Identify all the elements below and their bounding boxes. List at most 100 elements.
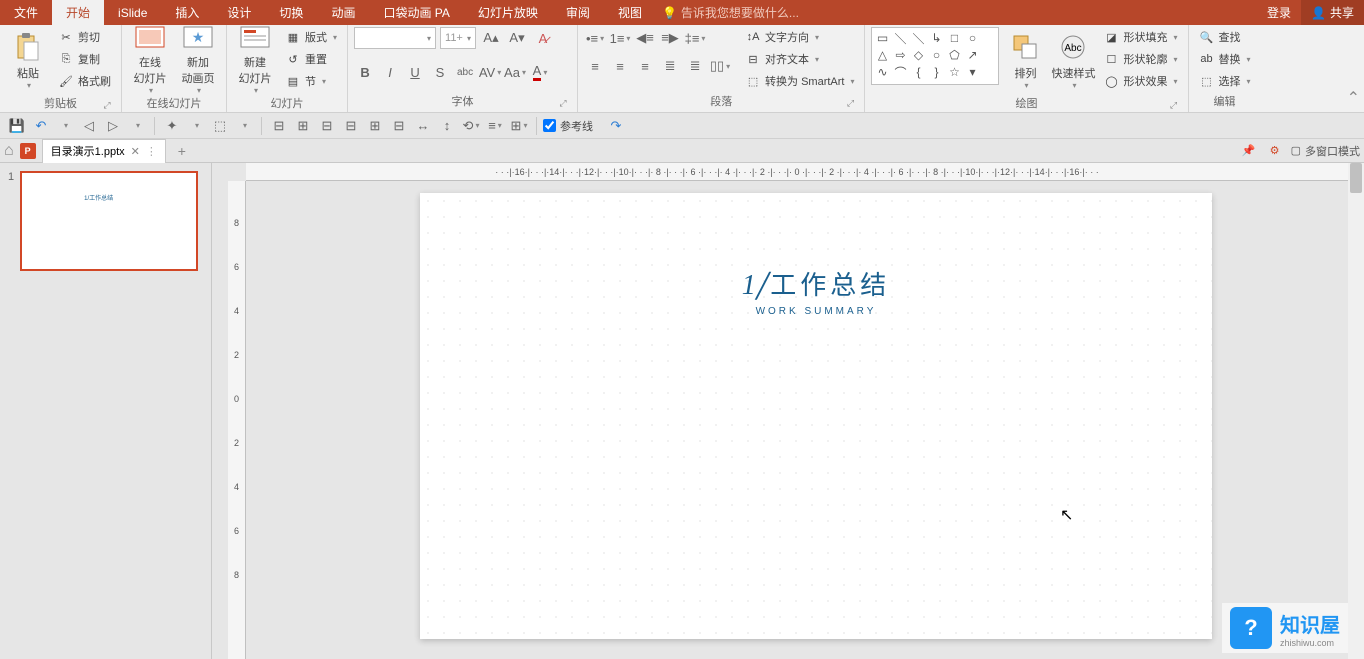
- q-dist-h-button[interactable]: ↔: [412, 115, 434, 137]
- select-button[interactable]: ⬚选择▾: [1195, 71, 1255, 91]
- decrease-font-button[interactable]: A▾: [506, 27, 528, 49]
- bold-button[interactable]: B: [354, 61, 376, 83]
- change-case-button[interactable]: Aa▾: [504, 61, 526, 83]
- tab-home[interactable]: 开始: [52, 0, 104, 25]
- text-direction-button[interactable]: ↕A文字方向▾: [741, 27, 858, 47]
- tab-review[interactable]: 审阅: [552, 0, 604, 25]
- tab-view[interactable]: 视图: [604, 0, 656, 25]
- q-redo-button[interactable]: ↷: [605, 115, 627, 137]
- share-button[interactable]: 👤 共享: [1301, 0, 1364, 25]
- indent-dec-button[interactable]: ◀≡: [634, 27, 656, 49]
- login-button[interactable]: 登录: [1257, 0, 1301, 25]
- tab-slideshow[interactable]: 幻灯片放映: [464, 0, 552, 25]
- shape-outline-button[interactable]: ☐形状轮廓▾: [1099, 49, 1181, 69]
- drawing-launcher[interactable]: ⤢: [1168, 100, 1180, 112]
- redo-dropdown[interactable]: ▾: [54, 115, 76, 137]
- tab-animation[interactable]: 动画: [317, 0, 369, 25]
- columns-button[interactable]: ▯▯▾: [709, 55, 731, 77]
- collapse-ribbon-button[interactable]: ⌃: [1347, 88, 1360, 108]
- q-grid-button[interactable]: ⊞▾: [508, 115, 530, 137]
- distribute-button[interactable]: ≣: [684, 55, 706, 77]
- guides-checkbox[interactable]: 参考线: [543, 118, 593, 134]
- underline-button[interactable]: U: [404, 61, 426, 83]
- bullets-button[interactable]: •≡▾: [584, 27, 606, 49]
- section-button[interactable]: ▤节▾: [281, 71, 341, 91]
- align-text-button[interactable]: ⊟对齐文本▾: [741, 49, 858, 69]
- replace-button[interactable]: ab替换▾: [1195, 49, 1255, 69]
- align-left-button[interactable]: ≡: [584, 55, 606, 77]
- q-align1-button[interactable]: ⊟: [268, 115, 290, 137]
- q-align6-button[interactable]: ⊟: [388, 115, 410, 137]
- indent-inc-button[interactable]: ≡▶: [659, 27, 681, 49]
- copy-button[interactable]: ⎘复制: [54, 49, 115, 69]
- tab-file[interactable]: 文件: [0, 0, 52, 25]
- italic-button[interactable]: I: [379, 61, 401, 83]
- q-align5-button[interactable]: ⊞: [364, 115, 386, 137]
- q-dist-v-button[interactable]: ↕: [436, 115, 458, 137]
- find-button[interactable]: 🔍查找: [1195, 27, 1255, 47]
- justify-button[interactable]: ≣: [659, 55, 681, 77]
- q-rotate-button[interactable]: ⟲▾: [460, 115, 482, 137]
- tab-islide[interactable]: iSlide: [104, 0, 161, 25]
- line-spacing-button[interactable]: ‡≡▾: [684, 27, 706, 49]
- tab-insert[interactable]: 插入: [161, 0, 213, 25]
- paragraph-launcher[interactable]: ⤢: [844, 98, 856, 110]
- add-tab-button[interactable]: +: [172, 141, 192, 161]
- q-align4-button[interactable]: ⊟: [340, 115, 362, 137]
- strike-button[interactable]: S: [429, 61, 451, 83]
- settings-button[interactable]: ⚙: [1265, 141, 1285, 161]
- q-list-button[interactable]: ≡▾: [484, 115, 506, 137]
- align-right-button[interactable]: ≡: [634, 55, 656, 77]
- document-tab[interactable]: 目录演示1.pptx ✕ ⋮: [42, 139, 166, 163]
- online-slide-button[interactable]: 在线 幻灯片▾: [128, 27, 172, 93]
- save-button[interactable]: 💾: [6, 115, 28, 137]
- cut-button[interactable]: ✂剪切: [54, 27, 115, 47]
- char-spacing-button[interactable]: AV▾: [479, 61, 501, 83]
- layout-button[interactable]: ▦版式▾: [281, 27, 341, 47]
- tab-pocketanim[interactable]: 口袋动画 PA: [369, 0, 463, 25]
- pin-button[interactable]: 📌: [1239, 141, 1259, 161]
- shapes-gallery[interactable]: ▭＼＼↳□○ △⇨◇○⬠↗ ∿⌒{}☆▾: [871, 27, 999, 85]
- tab-transition[interactable]: 切换: [265, 0, 317, 25]
- format-painter-button[interactable]: 🖌格式刷: [54, 71, 115, 91]
- smartart-button[interactable]: ⬚转换为 SmartArt▾: [741, 71, 858, 91]
- undo-button[interactable]: ↶: [30, 115, 52, 137]
- new-slide-button[interactable]: 新建 幻灯片▾: [233, 27, 277, 93]
- font-name-input[interactable]: ▾: [354, 27, 436, 49]
- font-launcher[interactable]: ⤢: [557, 98, 569, 110]
- reset-button[interactable]: ↺重置: [281, 49, 341, 69]
- q-anim-dd[interactable]: ▾: [185, 115, 207, 137]
- new-anim-button[interactable]: ★ 新加 动画页▾: [176, 27, 220, 93]
- q-group-button[interactable]: ⬚: [209, 115, 231, 137]
- q-align2-button[interactable]: ⊞: [292, 115, 314, 137]
- quick-style-button[interactable]: Abc 快速样式▾: [1051, 27, 1095, 93]
- home-icon[interactable]: ⌂: [4, 142, 14, 160]
- slide-area[interactable]: 1╱工作总结 WORK SUMMARY ↖: [246, 181, 1348, 659]
- paste-button[interactable]: 粘贴▾: [6, 27, 50, 93]
- scrollbar-thumb[interactable]: [1350, 163, 1362, 193]
- scrollbar-vertical[interactable]: [1348, 163, 1364, 659]
- multiwindow-button[interactable]: ▢多窗口模式: [1291, 141, 1360, 161]
- q-anim-button[interactable]: ✦: [161, 115, 183, 137]
- q-group-dd[interactable]: ▾: [233, 115, 255, 137]
- numbering-button[interactable]: 1≡▾: [609, 27, 631, 49]
- font-size-input[interactable]: 11+▾: [440, 27, 476, 49]
- slide-canvas[interactable]: 1╱工作总结 WORK SUMMARY ↖: [420, 193, 1212, 639]
- q-align3-button[interactable]: ⊟: [316, 115, 338, 137]
- qat-customize[interactable]: ▾: [126, 115, 148, 137]
- clipboard-launcher[interactable]: ⤢: [101, 100, 113, 112]
- nav-fwd-button[interactable]: ▷: [102, 115, 124, 137]
- clear-format-button[interactable]: A̷: [532, 27, 554, 49]
- close-tab-button[interactable]: ✕: [131, 145, 140, 158]
- align-center-button[interactable]: ≡: [609, 55, 631, 77]
- tab-design[interactable]: 设计: [213, 0, 265, 25]
- shape-effects-button[interactable]: ◯形状效果▾: [1099, 71, 1181, 91]
- shape-fill-button[interactable]: ◪形状填充▾: [1099, 27, 1181, 47]
- slide-thumbnail[interactable]: 1 1/工作总结: [8, 171, 203, 271]
- increase-font-button[interactable]: A▴: [480, 27, 502, 49]
- shadow-ab-button[interactable]: abc: [454, 61, 476, 83]
- arrange-button[interactable]: 排列▾: [1003, 27, 1047, 93]
- font-color-button[interactable]: A▾: [529, 61, 551, 83]
- shapes-more-icon[interactable]: ▾: [965, 65, 979, 79]
- nav-back-button[interactable]: ◁: [78, 115, 100, 137]
